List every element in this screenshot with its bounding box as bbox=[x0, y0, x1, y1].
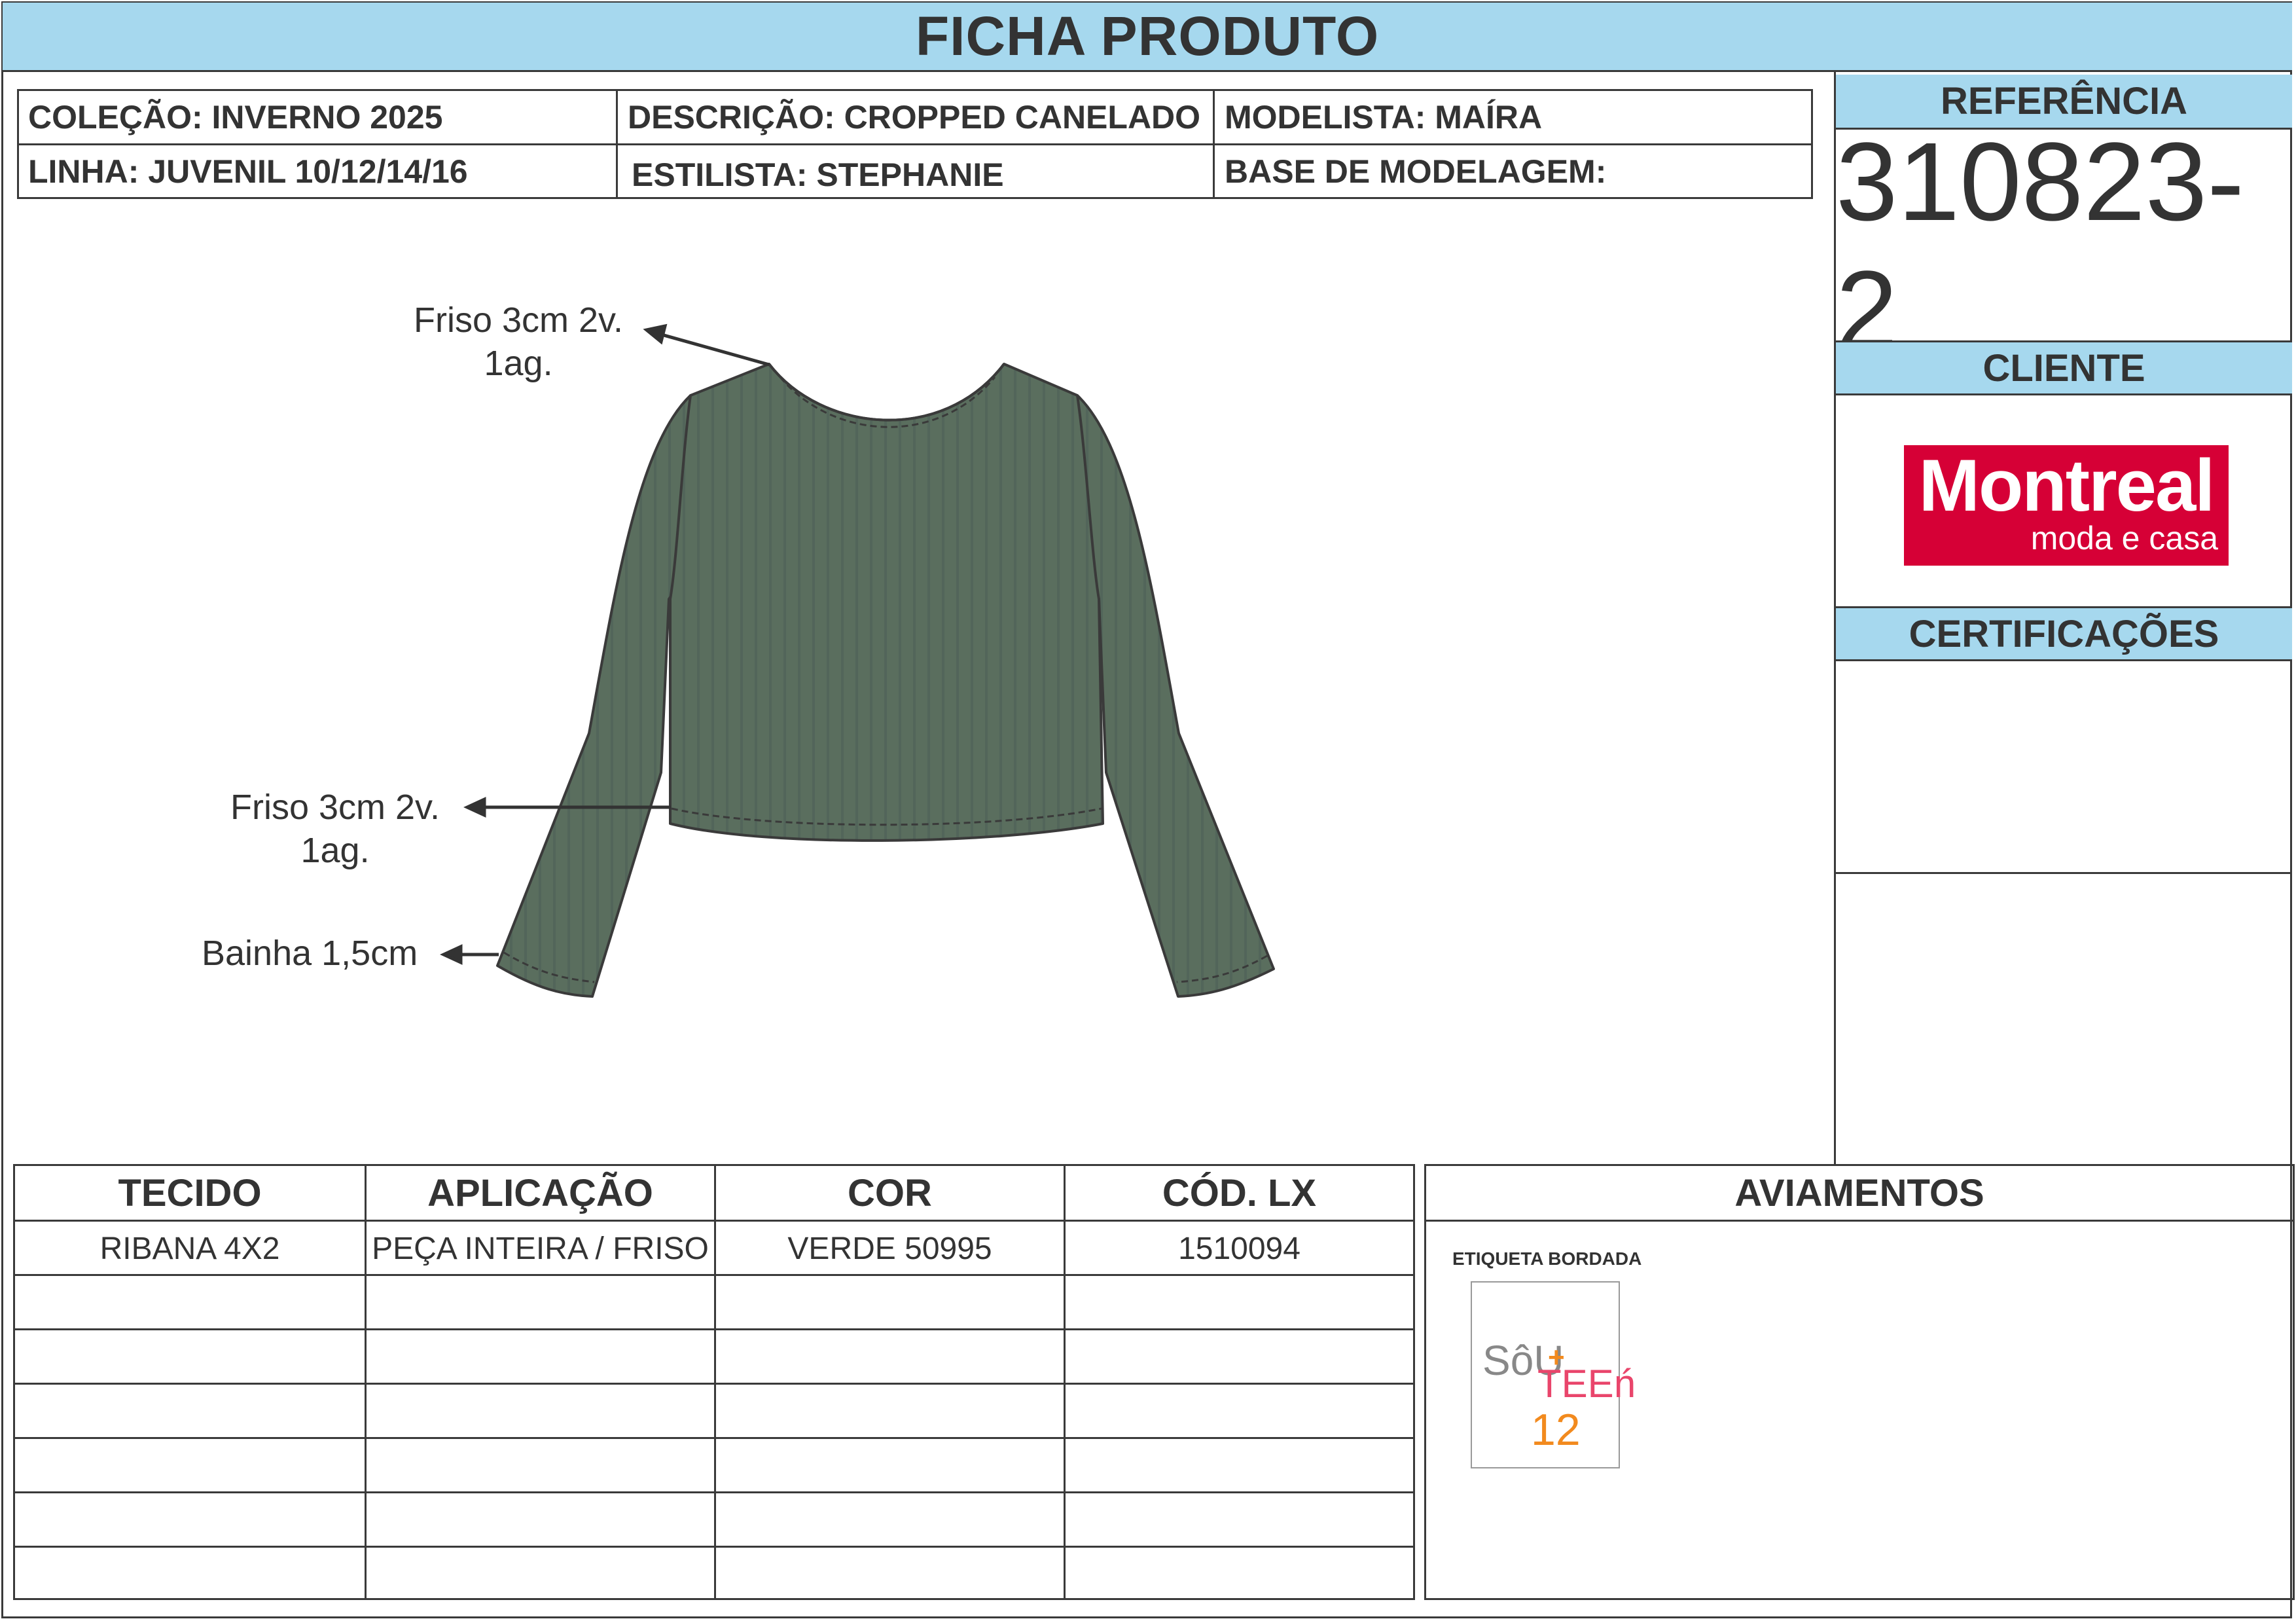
cropped-top-drawing bbox=[496, 363, 1275, 998]
left-sleeve bbox=[496, 394, 693, 998]
hem-annotation-line2: 1ag. bbox=[300, 831, 370, 870]
aviamentos-heading: AVIAMENTOS bbox=[1734, 1171, 1984, 1214]
collar-annotation-line2: 1ag. bbox=[484, 344, 553, 383]
aviamento-item-label: ETIQUETA BORDADA bbox=[1452, 1248, 1642, 1269]
right-sleeve bbox=[1075, 394, 1275, 998]
cell-cor: VERDE 50995 bbox=[787, 1231, 992, 1266]
aviamentos-divider bbox=[1426, 1220, 2293, 1222]
embroidered-label-image: SôU + TEEń 12 bbox=[1471, 1281, 1636, 1468]
collar-annotation-line1: Friso 3cm 2v. bbox=[414, 301, 624, 340]
header-cod-lx: CÓD. LX bbox=[1162, 1171, 1317, 1214]
hem-annotation-line1: Friso 3cm 2v. bbox=[230, 788, 440, 827]
sleeve-annotation: Bainha 1,5cm bbox=[202, 934, 418, 973]
cell-cod-lx: 1510094 bbox=[1178, 1231, 1300, 1266]
cell-tecido: RIBANA 4X2 bbox=[99, 1231, 280, 1266]
header-cor: COR bbox=[848, 1171, 932, 1214]
tag-size: 12 bbox=[1531, 1405, 1581, 1455]
product-sheet: FICHA PRODUTO COLEÇÃO: INVERNO 2025 DESC… bbox=[0, 0, 2296, 1621]
header-aplicacao: APLICAÇÃO bbox=[427, 1171, 653, 1214]
header-tecido: TECIDO bbox=[118, 1171, 262, 1214]
hem-annotation: Friso 3cm 2v. 1ag. bbox=[230, 786, 440, 872]
fabric-table: TECIDO APLICAÇÃO COR CÓD. LX RIBANA 4X2 … bbox=[13, 1164, 1415, 1600]
aviamentos-panel: AVIAMENTOS ETIQUETA BORDADA SôU + TEEń 1… bbox=[1424, 1164, 2295, 1600]
tag-text-teen: TEEń bbox=[1537, 1362, 1636, 1406]
body bbox=[669, 363, 1104, 842]
cell-aplicacao: PEÇA INTEIRA / FRISO bbox=[372, 1231, 709, 1266]
collar-annotation: Friso 3cm 2v. 1ag. bbox=[414, 299, 623, 385]
